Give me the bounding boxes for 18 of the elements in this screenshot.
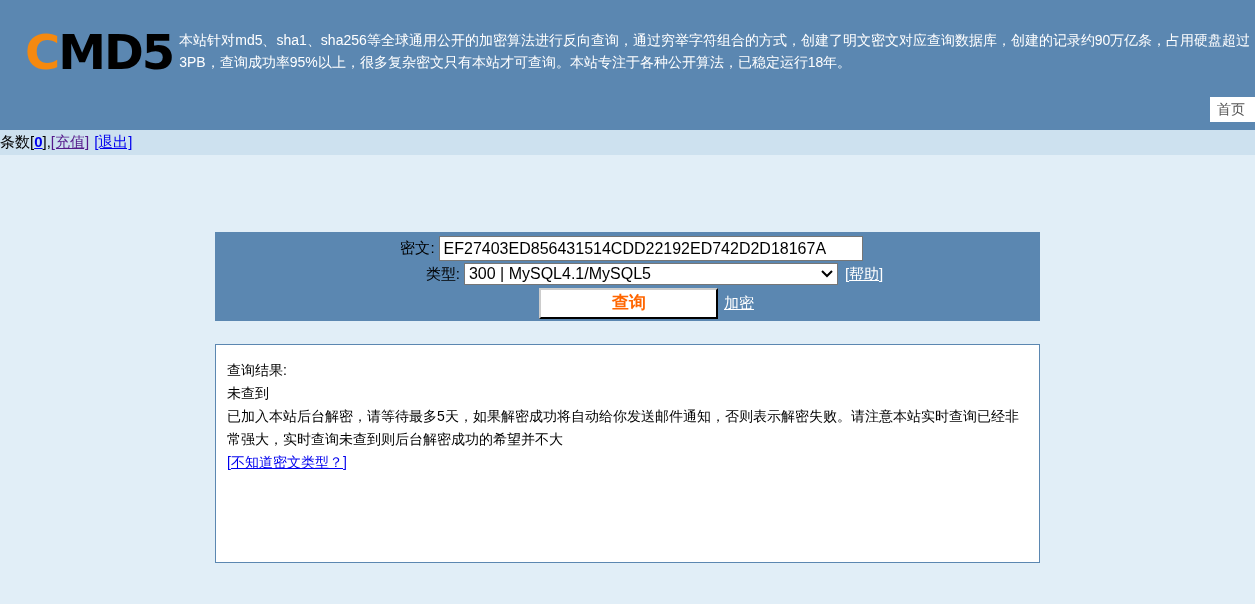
encrypt-link[interactable]: 加密 — [724, 291, 754, 315]
result-title: 查询结果: — [227, 361, 288, 380]
help-link[interactable]: [帮助] — [844, 263, 884, 286]
intro-text: 本站针对md5、sha1、sha256等全球通用公开的加密算法进行反向查询，通过穷举字符组合的方式，创建了明文密文对应查询数据库，创建的记录约90万亿条，占用硬盘超过3PB，查询成功率95%以上，很多复杂密文只有本站才可查询。本站专注于各种公开算法，已稳定运行18年。 — [179, 31, 1252, 72]
type-label: 类型: — [425, 264, 460, 284]
cipher-label: 密文: — [400, 238, 435, 259]
result-message: 已加入本站后台解密，请等待最多5天，如果解密成功将自动给你发送邮件通知，否则表示解密失败。请注意本站实时查询已经非常强大，实时查询未查到则后台解密成功的希望并不大 — [227, 407, 1020, 449]
account-link[interactable]: [退出] — [94, 131, 133, 154]
cipher-type-link[interactable]: [不知道密文类型？] — [227, 454, 347, 470]
result-status: 未查到 — [227, 384, 270, 403]
type-select[interactable]: 300 | MySQL4.1/MySQL5 — [463, 263, 838, 286]
account-link[interactable]: [充值] — [50, 131, 90, 154]
count-label: 条数[ — [0, 132, 35, 153]
cipher-input[interactable]: EF27403ED856431514CDD22192ED742D2D18167A — [438, 236, 863, 261]
chevron-down-icon — [820, 270, 833, 279]
count-label: ], — [42, 132, 51, 153]
logo: CMD5 — [24, 23, 174, 78]
count-link[interactable]: 0 — [34, 131, 43, 154]
